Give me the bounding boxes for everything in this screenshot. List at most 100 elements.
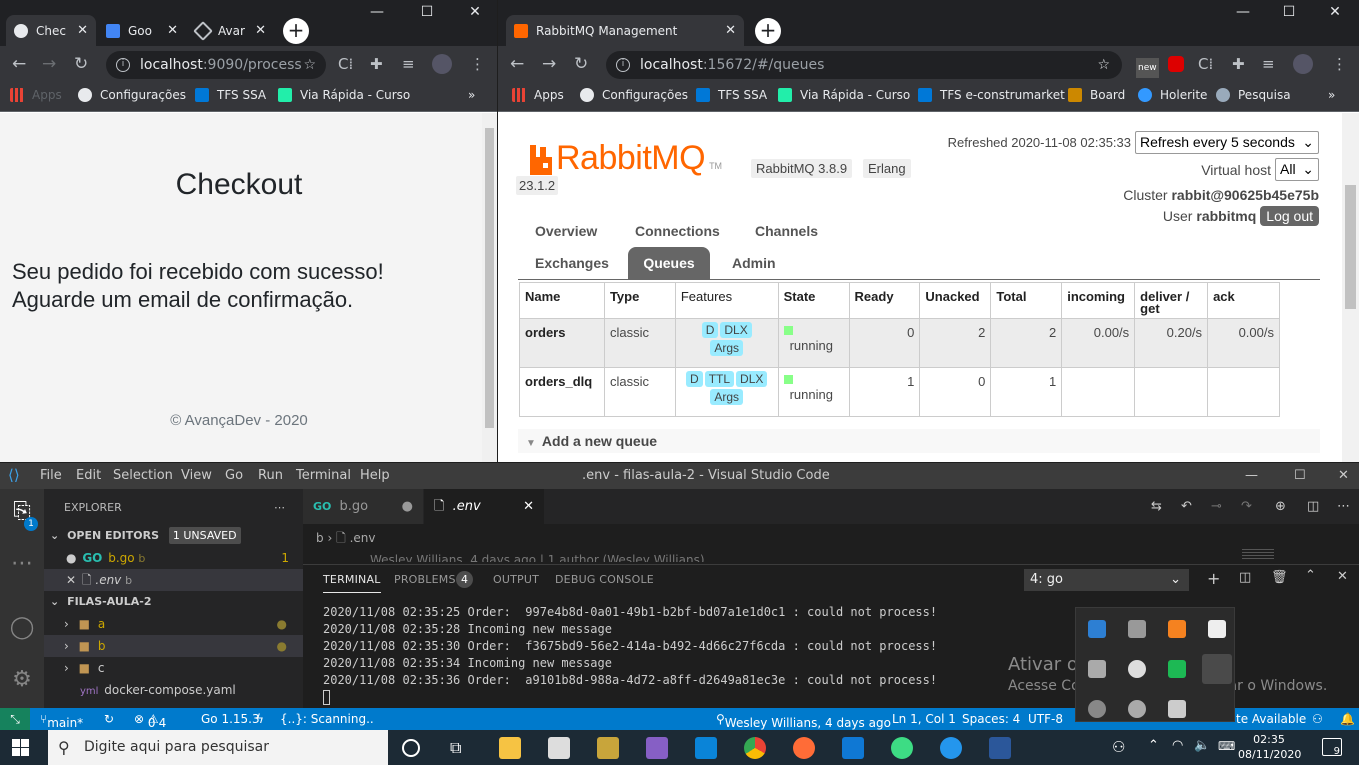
avatar[interactable] — [1293, 54, 1313, 74]
app-icon[interactable] — [597, 737, 619, 759]
bookmark-pesquisa[interactable]: Pesquisa — [1216, 88, 1291, 102]
star-icon[interactable]: ☆ — [303, 51, 316, 79]
nav-tab-exchanges[interactable]: Exchanges — [535, 255, 609, 271]
go-version[interactable]: Go 1.15.3 — [201, 712, 260, 726]
git-branch[interactable]: ⑂ main* — [40, 712, 83, 730]
trash-icon[interactable]: 🗑 — [1271, 570, 1288, 585]
split-editor-icon[interactable]: ◫ — [1297, 489, 1319, 524]
language-icon[interactable]: ⌨ — [1218, 739, 1235, 753]
logout-button[interactable]: Log out — [1260, 206, 1319, 226]
close-window-button[interactable]: ✕ — [1338, 468, 1349, 483]
bookmark-configuracoes[interactable]: Configurações — [78, 88, 186, 102]
star-icon[interactable]: ☆ — [1097, 51, 1110, 79]
bookmark-holerite[interactable]: Holerite — [1138, 88, 1207, 102]
open-editors-header[interactable]: ⌄ OPEN EDITORS 1 UNSAVED — [44, 525, 303, 547]
encoding[interactable]: UTF-8 — [1028, 712, 1063, 726]
tray-network-icon[interactable] — [1088, 660, 1106, 678]
tree-folder-a[interactable]: › ■ a ● — [44, 613, 303, 635]
bookmark-tfs[interactable]: TFS SSA — [696, 88, 767, 102]
scrollbar-thumb[interactable] — [485, 128, 494, 428]
queue-name[interactable]: orders — [519, 318, 605, 368]
reload-icon[interactable]: ↻ — [74, 54, 88, 74]
previous-change-icon[interactable]: ⊸ — [1201, 489, 1222, 524]
account-icon[interactable]: ◯ — [9, 615, 35, 641]
reload-icon[interactable]: ↻ — [574, 54, 588, 74]
panel-tab-problems[interactable]: PROBLEMS — [394, 573, 456, 586]
add-queue-section[interactable]: ▼ Add a new queue — [518, 429, 1320, 453]
queue-row-orders[interactable]: orders classic D DLX Args running 0 2 2 0.… — [519, 318, 1280, 368]
terminal-select[interactable]: 4: go ⌄ — [1024, 569, 1189, 591]
col-unacked[interactable]: Unacked — [919, 282, 992, 319]
menu-file[interactable]: File — [40, 468, 62, 483]
back-arrow-icon[interactable]: ← — [12, 54, 26, 74]
tab-avanca[interactable]: Avar ✕ — [188, 15, 274, 46]
breadcrumb-folder[interactable]: b — [316, 531, 324, 545]
minimize-button[interactable]: — — [1228, 4, 1258, 20]
address-bar[interactable]: i localhost:9090/process ☆ — [106, 51, 326, 79]
new-extension-icon[interactable]: new — [1136, 58, 1159, 78]
tray-chevron-up-icon[interactable]: ⌃ — [1148, 738, 1159, 753]
feedback-icon[interactable]: ⚇ — [1312, 712, 1323, 726]
tray-sublime-icon[interactable] — [1168, 620, 1186, 638]
split-terminal-icon[interactable]: ◫ — [1239, 570, 1251, 585]
tree-file-docker-compose[interactable]: yml docker-compose.yaml — [44, 679, 303, 701]
tray-docker-icon[interactable] — [1168, 700, 1186, 718]
new-terminal-icon[interactable]: + — [1207, 569, 1220, 588]
timeline-icon[interactable]: ⊕ — [1265, 489, 1286, 524]
new-tab-button[interactable]: + — [755, 18, 781, 44]
bookmark-via-rapida[interactable]: Via Rápida - Curso — [778, 88, 910, 102]
compare-changes-icon[interactable]: ⇆ — [1141, 489, 1162, 524]
vscode-taskbar-icon[interactable] — [695, 737, 717, 759]
tab-rabbitmq[interactable]: RabbitMQ Management ✕ — [506, 15, 744, 46]
tree-folder-b[interactable]: › ■ b ● — [44, 635, 303, 657]
tree-folder-c[interactable]: › ■ c — [44, 657, 303, 679]
cursor-position[interactable]: Ln 1, Col 1 — [892, 712, 956, 726]
tray-security-icon[interactable] — [1168, 660, 1186, 678]
col-name[interactable]: Name — [519, 282, 605, 319]
indentation[interactable]: Spaces: 4 — [962, 712, 1020, 726]
bookmarks-overflow-icon[interactable]: » — [1328, 88, 1335, 102]
maximize-button[interactable]: ☐ — [1274, 4, 1304, 20]
tab-checkout[interactable]: Chec ✕ — [6, 15, 96, 46]
col-ready[interactable]: Ready — [848, 282, 921, 319]
bookmark-apps[interactable]: Apps — [10, 88, 62, 102]
tray-feather-icon[interactable] — [1202, 654, 1232, 684]
nav-tab-channels[interactable]: Channels — [755, 223, 818, 239]
blame-status[interactable]: ⚲ Wesley Willians, 4 days ago — [716, 712, 891, 730]
action-center-icon[interactable]: 9 — [1322, 738, 1342, 757]
tray-tool-icon[interactable] — [1088, 700, 1106, 718]
col-total[interactable]: Total — [990, 282, 1063, 319]
col-deliver-get[interactable]: deliver / get — [1134, 282, 1209, 319]
more-icon[interactable]: ⋯ — [9, 551, 35, 577]
bookmark-via-rapida[interactable]: Via Rápida - Curso — [278, 88, 410, 102]
notifications-bell-icon[interactable]: 🔔 — [1340, 712, 1355, 726]
puzzle-icon[interactable]: ✚ — [1232, 56, 1245, 72]
word-icon[interactable] — [989, 737, 1011, 759]
taskbar-search-box[interactable]: ⚲ Digite aqui para pesquisar — [48, 730, 388, 765]
address-bar[interactable]: i localhost:15672/#/queues ☆ — [606, 51, 1122, 79]
settings-gear-icon[interactable]: ⚙ — [9, 667, 35, 693]
wifi-icon[interactable]: ◠ — [1172, 738, 1183, 753]
remote-icon[interactable]: ⤡ — [0, 708, 30, 730]
scrollbar[interactable] — [482, 113, 497, 462]
menu-dots-icon[interactable]: ⋮ — [1332, 56, 1347, 72]
docker-icon[interactable] — [940, 737, 962, 759]
go-back-icon[interactable]: ↶ — [1171, 489, 1192, 524]
chrome-icon[interactable] — [744, 737, 766, 759]
adblock-icon[interactable] — [1168, 56, 1184, 72]
next-change-icon[interactable]: ↷ — [1231, 489, 1252, 524]
close-tab-icon[interactable]: ✕ — [161, 23, 178, 38]
forward-arrow-icon[interactable]: → — [542, 54, 556, 74]
avatar[interactable] — [432, 54, 452, 74]
nav-tab-queues[interactable]: Queues — [628, 247, 710, 279]
unsaved-dot-icon[interactable]: ● — [402, 489, 413, 524]
close-icon[interactable]: ✕ — [66, 573, 76, 587]
mail-icon[interactable] — [842, 737, 864, 759]
menu-dots-icon[interactable]: ⋮ — [470, 56, 485, 72]
nav-tab-overview[interactable]: Overview — [535, 223, 597, 239]
col-features[interactable]: Features — [674, 282, 779, 319]
forward-arrow-icon[interactable]: → — [42, 54, 56, 74]
minimize-button[interactable]: — — [362, 4, 392, 20]
close-tab-icon[interactable]: ✕ — [71, 23, 88, 38]
puzzle-icon[interactable]: ✚ — [370, 56, 383, 72]
